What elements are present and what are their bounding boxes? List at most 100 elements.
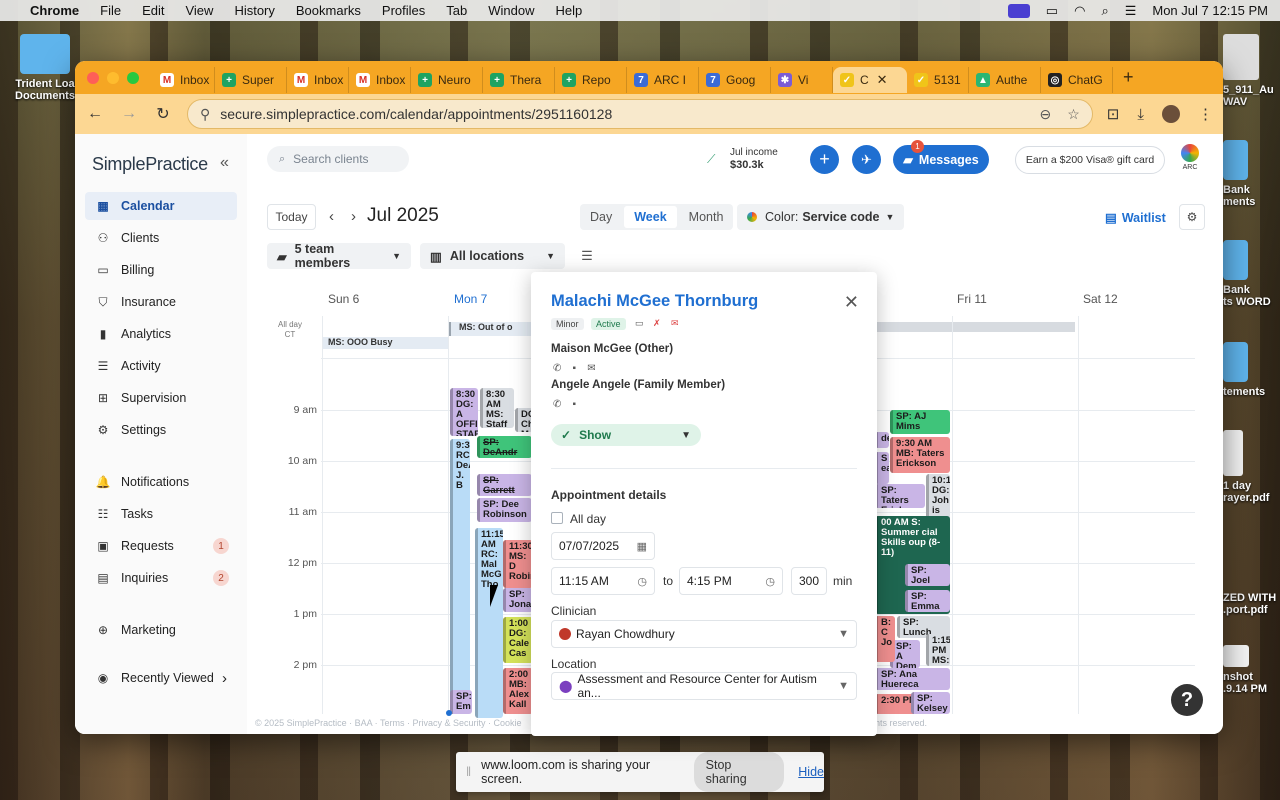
download-icon[interactable]: ⤓ bbox=[1137, 106, 1144, 123]
menubar-clock[interactable]: Mon Jul 7 12:15 PM bbox=[1152, 3, 1268, 18]
browser-tab[interactable]: + Super bbox=[215, 67, 287, 93]
calendar-settings-gear-icon[interactable]: ⚙ bbox=[1179, 204, 1205, 230]
drag-handle-icon[interactable]: ‖ bbox=[466, 765, 471, 779]
new-tab-button[interactable]: + bbox=[1123, 67, 1134, 88]
profile-avatar[interactable] bbox=[1162, 105, 1180, 123]
calendar-event[interactable]: SP: AJ Mims bbox=[890, 410, 950, 434]
calendar-event[interactable]: 11:30 MS: D Robin bbox=[503, 540, 533, 588]
day-header-sat[interactable]: Sat 12 bbox=[1083, 292, 1118, 306]
hide-link[interactable]: Hide bbox=[798, 765, 824, 779]
kebab-menu-icon[interactable]: ⋮ bbox=[1198, 105, 1213, 123]
team-filter[interactable]: ▰ 5 team members ▼ bbox=[267, 242, 411, 270]
browser-tab[interactable]: ✓ C ✕ bbox=[833, 67, 907, 93]
calendar-event[interactable]: 11:15 AM RC: Mal McG Tho bbox=[475, 528, 503, 718]
allday-event-bar[interactable] bbox=[877, 322, 1075, 332]
forward-arrow-icon[interactable]: → bbox=[119, 105, 139, 123]
waitlist-button[interactable]: ▤ Waitlist bbox=[1105, 210, 1166, 225]
close-icon[interactable]: ✕ bbox=[844, 292, 859, 313]
calendar-event[interactable]: SP: Kelsey bbox=[911, 692, 950, 714]
messages-button[interactable]: ▰ Messages bbox=[893, 145, 989, 174]
sidebar-item-clients[interactable]: ⚇ Clients bbox=[85, 224, 237, 252]
browser-tab[interactable]: M Inbox bbox=[153, 67, 215, 93]
announcement-icon[interactable]: ✈ bbox=[852, 145, 881, 174]
allday-event-out-of-office[interactable]: MS: Out of o bbox=[448, 322, 538, 336]
browser-tab[interactable]: + Thera bbox=[483, 67, 555, 93]
calendar-event[interactable]: SP: Jona bbox=[503, 588, 533, 612]
sidebar-item-activity[interactable]: ☰ Activity bbox=[85, 352, 237, 380]
color-select[interactable]: Color: Service code ▼ bbox=[737, 204, 905, 230]
menu-history[interactable]: History bbox=[234, 3, 274, 18]
reload-icon[interactable]: ↻ bbox=[153, 104, 173, 124]
add-button[interactable]: + bbox=[810, 145, 839, 174]
calendar-event[interactable]: SP: Taters Erickson bbox=[875, 484, 925, 508]
screen-share-icon[interactable] bbox=[1007, 3, 1030, 18]
sidebar-item-tasks[interactable]: ☷ Tasks bbox=[85, 500, 237, 528]
minimize-window-button[interactable] bbox=[107, 71, 119, 84]
date-field[interactable]: 07/07/2025 ▦ bbox=[551, 532, 655, 560]
status-select[interactable]: ✓ Show ▼ bbox=[551, 424, 701, 446]
sidebar-item-requests[interactable]: ▣ Requests 1 bbox=[85, 532, 237, 560]
filter-sliders-icon[interactable]: ☰ bbox=[575, 244, 599, 268]
desktop-folder-4[interactable]: tements bbox=[1223, 342, 1280, 398]
desktop-folder[interactable]: Trident Loa Documents bbox=[10, 34, 80, 102]
calendar-event[interactable]: 9:30 RC: DeAndre J. B bbox=[450, 439, 470, 714]
calendar-event[interactable]: B: C Jo bbox=[875, 616, 895, 662]
browser-tab[interactable]: M Inbox bbox=[349, 67, 411, 93]
calendar-event[interactable]: SP: Em bbox=[450, 690, 472, 714]
calendar-event[interactable]: 9:30 AM MB: Taters Erickson bbox=[890, 437, 950, 473]
calendar-event[interactable]: SP: Garrett Gayoso bbox=[477, 474, 532, 496]
browser-tab[interactable]: + Repo bbox=[555, 67, 627, 93]
menu-view[interactable]: View bbox=[185, 3, 213, 18]
start-time-field[interactable]: 11:15 AM ◷ bbox=[551, 567, 655, 595]
contact-angele[interactable]: Angele Angele (Family Member) bbox=[551, 379, 725, 391]
view-month[interactable]: Month bbox=[679, 206, 734, 228]
calendar-event[interactable]: SP: Joel Rodri bbox=[905, 564, 950, 586]
desktop-file-7[interactable]: nshot .9.14 PM bbox=[1223, 645, 1280, 695]
email-icon[interactable]: ✉ bbox=[587, 363, 595, 374]
location-select[interactable]: ⬤ Assessment and Resource Center for Aut… bbox=[551, 672, 857, 700]
menu-help[interactable]: Help bbox=[556, 3, 583, 18]
bookmark-star-icon[interactable]: ☆ bbox=[1067, 106, 1080, 123]
battery-icon[interactable]: ▭ bbox=[1046, 3, 1058, 19]
back-arrow-icon[interactable]: ← bbox=[85, 105, 105, 123]
allday-checkbox[interactable] bbox=[551, 512, 563, 524]
contact-maison[interactable]: Maison McGee (Other) bbox=[551, 343, 673, 355]
search-input[interactable]: ⌕ Search clients bbox=[267, 146, 409, 172]
browser-tab[interactable]: + Neuro bbox=[411, 67, 483, 93]
help-button[interactable]: ? bbox=[1171, 684, 1203, 716]
calendar-event[interactable]: SP: Dee Robinson bbox=[477, 498, 532, 522]
sidebar-item-notifications[interactable]: 🔔 Notifications bbox=[85, 468, 237, 496]
browser-tab[interactable]: ✱ Vi bbox=[771, 67, 833, 93]
calendar-event[interactable]: SP: Emma bbox=[905, 590, 950, 612]
day-header-sun[interactable]: Sun 6 bbox=[328, 292, 359, 306]
stop-sharing-button[interactable]: Stop sharing bbox=[693, 752, 785, 792]
next-week-icon[interactable]: › bbox=[351, 208, 356, 225]
calendar-event[interactable]: S ear bbox=[875, 452, 889, 484]
collapse-sidebar-icon[interactable]: « bbox=[220, 154, 229, 172]
menu-tab[interactable]: Tab bbox=[446, 3, 467, 18]
calendar-event[interactable]: 8:30 DG: A OFFIC STAF MEE bbox=[450, 388, 478, 436]
income-widget[interactable]: Jul income $30.3k bbox=[730, 146, 778, 172]
clinician-select[interactable]: Rayan Chowdhury ▼ bbox=[551, 620, 857, 648]
browser-tab[interactable]: ▲ Authe bbox=[969, 67, 1041, 93]
sidebar-item-analytics[interactable]: ▮ Analytics bbox=[85, 320, 237, 348]
browser-tab[interactable]: M Inbox bbox=[287, 67, 349, 93]
browser-tab[interactable]: 7 Goog bbox=[699, 67, 771, 93]
control-center-icon[interactable]: ☰ bbox=[1125, 3, 1137, 19]
calendar-event[interactable]: 2:00 MB: Alex Kall bbox=[503, 668, 533, 714]
desktop-file-5[interactable]: 1 day rayer.pdf bbox=[1223, 430, 1280, 504]
calendar-event[interactable]: SP: DeAndr Byrd bbox=[477, 436, 532, 458]
menu-edit[interactable]: Edit bbox=[142, 3, 164, 18]
desktop-folder-3[interactable]: Bank ts WORD bbox=[1223, 240, 1280, 308]
sidebar-item-insurance[interactable]: ⛉ Insurance bbox=[85, 288, 237, 316]
desktop-file-1[interactable]: 5_911_Au WAV bbox=[1223, 34, 1280, 108]
view-day[interactable]: Day bbox=[580, 206, 622, 228]
browser-tab[interactable]: ◎ ChatG bbox=[1041, 67, 1113, 93]
menu-chrome[interactable]: Chrome bbox=[30, 3, 79, 18]
sidebar-item-supervision[interactable]: ⊞ Supervision bbox=[85, 384, 237, 412]
browser-tab[interactable]: 7 ARC I bbox=[627, 67, 699, 93]
desktop-file-6[interactable]: ZED WITH .port.pdf bbox=[1223, 592, 1280, 616]
simplepractice-logo[interactable]: SimplePractice bbox=[92, 154, 208, 175]
gift-card-button[interactable]: Earn a $200 Visa® gift card bbox=[1015, 146, 1165, 174]
wifi-icon[interactable]: ◠ bbox=[1074, 3, 1085, 19]
